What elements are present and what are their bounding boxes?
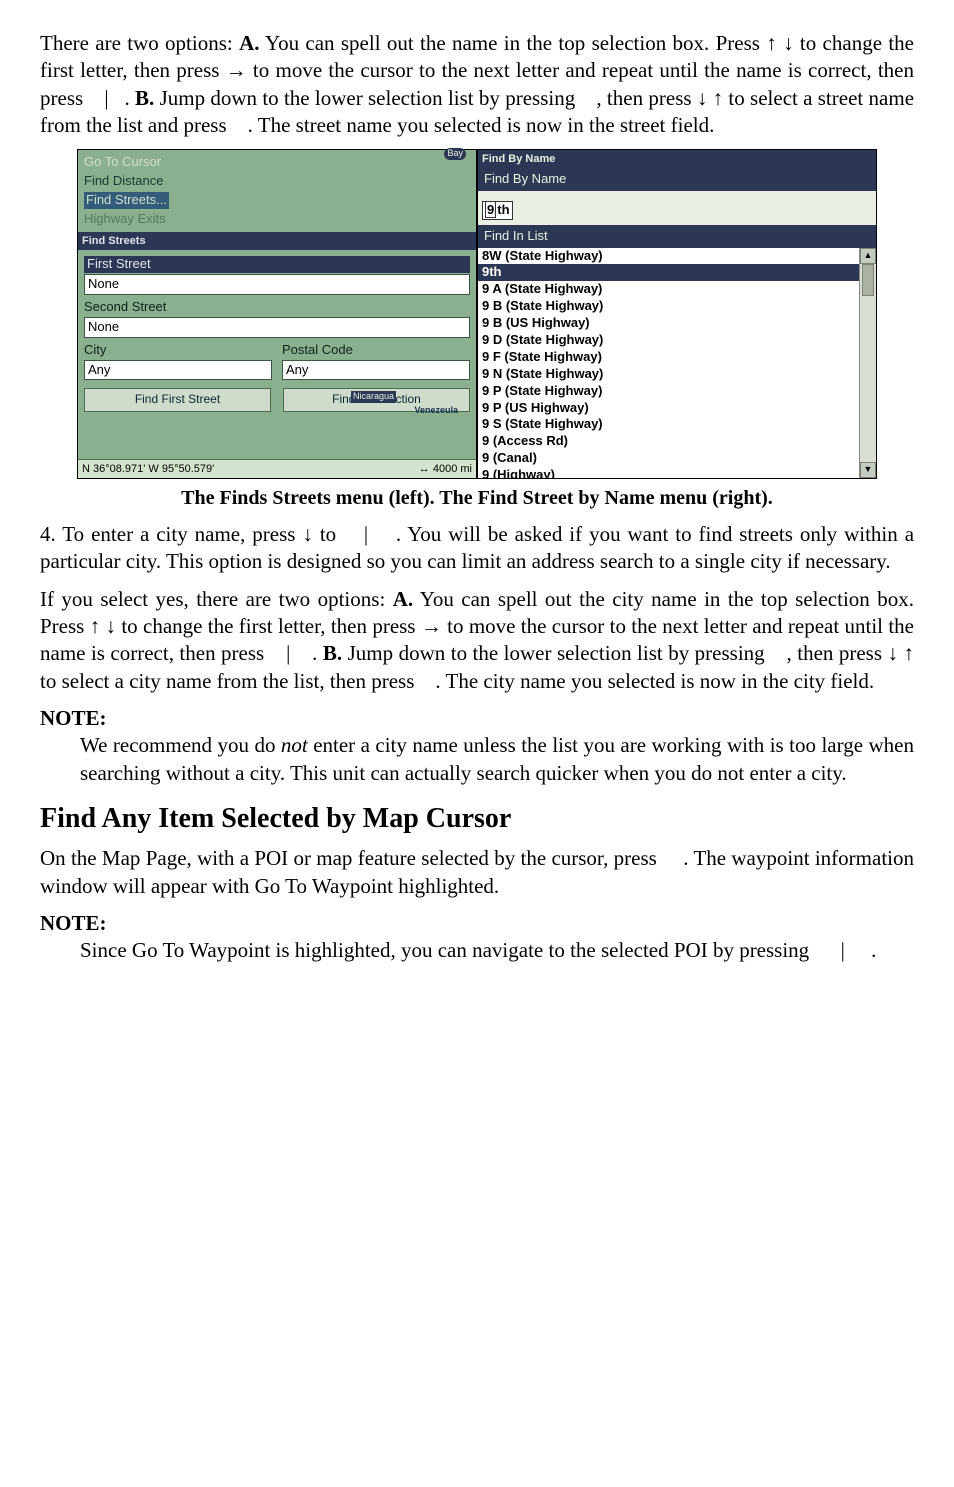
list-item[interactable]: 9 (Highway) bbox=[478, 467, 876, 478]
list-item[interactable]: 8W (State Highway) bbox=[478, 248, 876, 265]
paragraph-6: On the Map Page, with a POI or map featu… bbox=[40, 845, 914, 900]
list-item[interactable]: 9 A (State Highway) bbox=[478, 281, 876, 298]
list-item[interactable]: 9 (Access Rd) bbox=[478, 433, 876, 450]
findbyname-titlebar: Find By Name bbox=[478, 150, 876, 168]
postal-label: Postal Code bbox=[282, 342, 470, 359]
status-bar: N 36°08.971' W 95°50.579' ↔ 4000 mi bbox=[78, 459, 476, 478]
left-figure: Bay Go To Cursor Find Distance Find Stre… bbox=[77, 149, 477, 479]
status-scale: ↔ 4000 mi bbox=[419, 462, 472, 476]
list-item[interactable]: 9 D (State Highway) bbox=[478, 332, 876, 349]
findinlist-header: Find In List bbox=[478, 225, 876, 248]
note2-body: Since Go To Waypoint is highlighted, you… bbox=[80, 937, 914, 964]
figure-caption: The Finds Streets menu (left). The Find … bbox=[40, 485, 914, 511]
bay-chip: Bay bbox=[444, 148, 466, 160]
city-input[interactable]: Any bbox=[84, 360, 272, 381]
first-street-label: First Street bbox=[84, 256, 470, 273]
intro-c: Jump down to the lower selection list by… bbox=[160, 86, 581, 110]
p4-sep: | bbox=[364, 522, 368, 546]
sep: | bbox=[104, 86, 108, 110]
status-coords: N 36°08.971' W 95°50.579' bbox=[82, 462, 214, 476]
right-figure: Find By Name Find By Name 9th Find In Li… bbox=[477, 149, 877, 479]
scroll-up-icon[interactable]: ▲ bbox=[860, 248, 876, 264]
findbyname-header: Find By Name bbox=[478, 168, 876, 191]
p5f: . The city name you selected is now in t… bbox=[435, 669, 874, 693]
menu-item-exits[interactable]: Highway Exits bbox=[84, 210, 470, 229]
findbyname-input[interactable]: 9th bbox=[482, 201, 513, 220]
p5-boldB: B. bbox=[323, 641, 342, 665]
findbyname-input-row: 9th bbox=[478, 191, 876, 224]
paragraph-5: If you select yes, there are two options… bbox=[40, 586, 914, 695]
list-item[interactable]: 9 F (State Highway) bbox=[478, 349, 876, 366]
note1-i: not bbox=[281, 733, 308, 757]
map-label-nicaragua: Nicaragua bbox=[351, 391, 396, 403]
find-streets-form: First Street None Second Street None Cit… bbox=[78, 250, 476, 459]
input-rest: th bbox=[497, 202, 509, 217]
figures-row: Bay Go To Cursor Find Distance Find Stre… bbox=[40, 149, 914, 479]
p5d: Jump down to the lower selection list by… bbox=[348, 641, 771, 665]
map-menu: Bay Go To Cursor Find Distance Find Stre… bbox=[78, 150, 476, 232]
note1-a: We recommend you do bbox=[80, 733, 281, 757]
intro-paragraph: There are two options: A. You can spell … bbox=[40, 30, 914, 139]
menu-item-streets[interactable]: Find Streets... bbox=[84, 192, 169, 209]
find-streets-header: Find Streets bbox=[78, 232, 476, 250]
p5a: If you select yes, there are two options… bbox=[40, 587, 393, 611]
note1-label: NOTE: bbox=[40, 705, 914, 732]
scrollbar[interactable]: ▲ ▼ bbox=[859, 248, 876, 479]
city-label: City bbox=[84, 342, 272, 359]
list-item[interactable]: 9 P (US Highway) bbox=[478, 400, 876, 417]
menu-item-cursor[interactable]: Go To Cursor bbox=[84, 153, 470, 172]
find-first-street-button[interactable]: Find First Street bbox=[84, 388, 271, 412]
scroll-thumb[interactable] bbox=[862, 264, 874, 296]
scroll-down-icon[interactable]: ▼ bbox=[860, 462, 876, 478]
p5c: . bbox=[312, 641, 323, 665]
map-label-venezuela: Venezeula bbox=[414, 405, 458, 417]
list-item[interactable]: 9 B (State Highway) bbox=[478, 298, 876, 315]
paragraph-4: 4. To enter a city name, press ↓ to | . … bbox=[40, 521, 914, 576]
label-a: A. bbox=[239, 31, 259, 55]
label-b: B. bbox=[135, 86, 154, 110]
result-list[interactable]: 8W (State Highway)9th9 A (State Highway)… bbox=[478, 248, 876, 479]
intro-a: There are two options: bbox=[40, 31, 239, 55]
p5-boldA: A. bbox=[393, 587, 413, 611]
list-item[interactable]: 9 (Canal) bbox=[478, 450, 876, 467]
first-street-input[interactable]: None bbox=[84, 274, 470, 295]
menu-item-distance[interactable]: Find Distance bbox=[84, 172, 470, 191]
list-item[interactable]: 9 S (State Highway) bbox=[478, 416, 876, 433]
postal-input[interactable]: Any bbox=[282, 360, 470, 381]
p5-sep1: | bbox=[286, 641, 290, 665]
intro-e: . The street name you selected is now in… bbox=[248, 113, 715, 137]
list-item[interactable]: 9 N (State Highway) bbox=[478, 366, 876, 383]
note2-label: NOTE: bbox=[40, 910, 914, 937]
list-item[interactable]: 9 B (US Highway) bbox=[478, 315, 876, 332]
list-item[interactable]: 9 P (State Highway) bbox=[478, 383, 876, 400]
note1-body: We recommend you do not enter a city nam… bbox=[80, 732, 914, 787]
section-heading: Find Any Item Selected by Map Cursor bbox=[40, 801, 914, 837]
list-item[interactable]: 9th bbox=[478, 264, 876, 281]
second-street-label: Second Street bbox=[84, 299, 470, 316]
input-cursor: 9 bbox=[485, 201, 496, 218]
p4a: 4. To enter a city name, press ↓ to bbox=[40, 522, 343, 546]
second-street-input[interactable]: None bbox=[84, 317, 470, 338]
